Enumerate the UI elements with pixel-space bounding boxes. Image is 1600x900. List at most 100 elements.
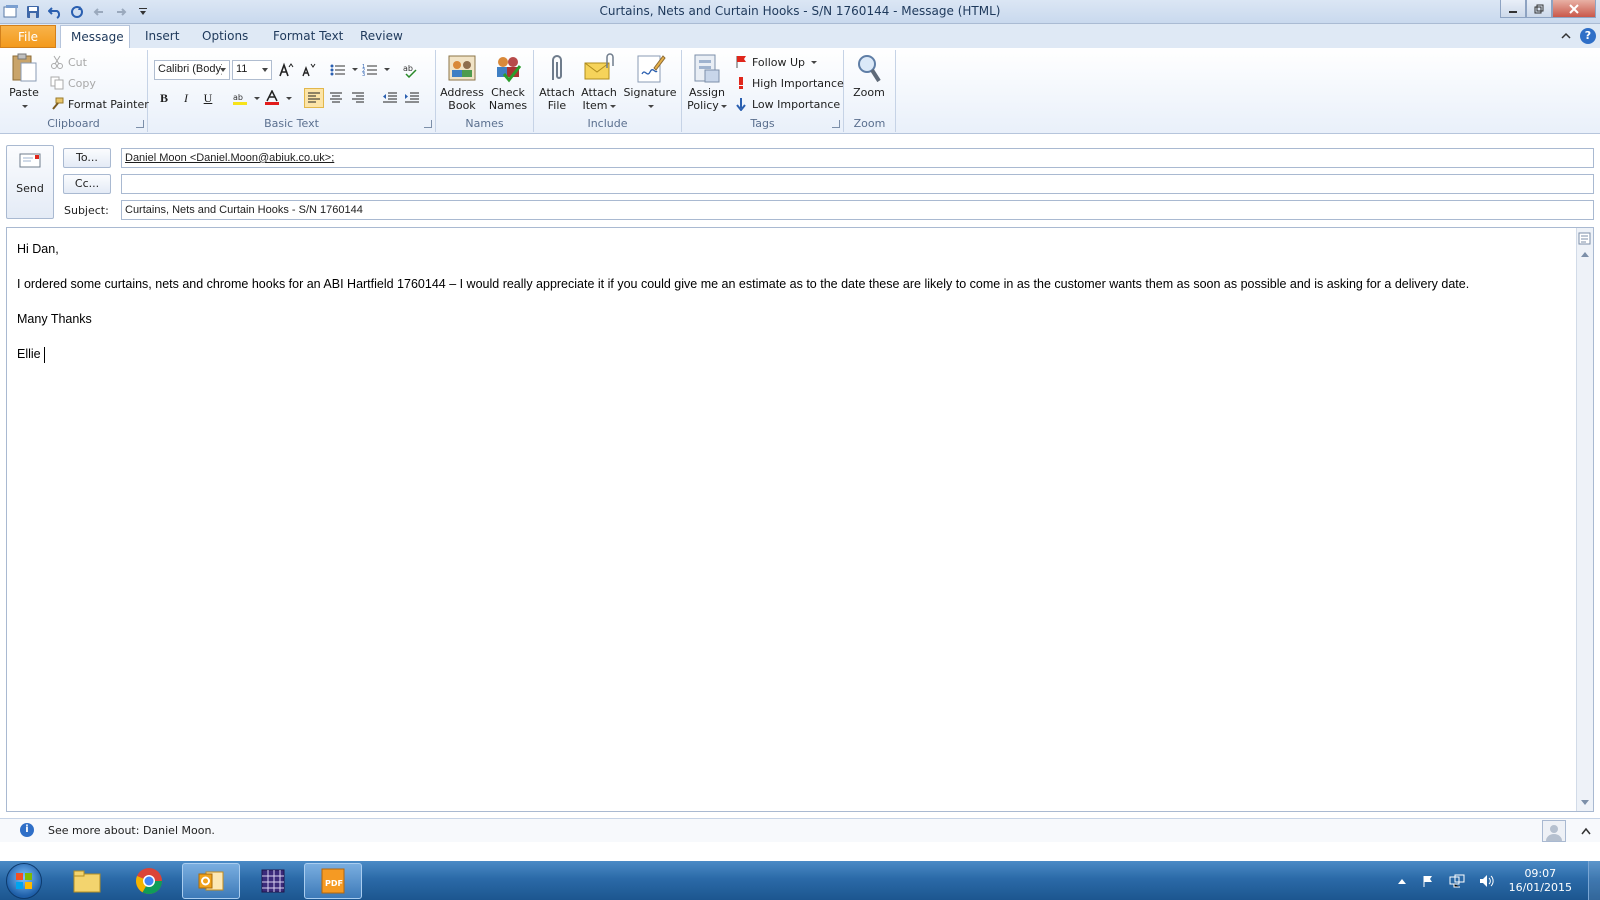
font-name-dropdown-icon[interactable] xyxy=(220,68,226,72)
decrease-indent-icon xyxy=(383,92,397,103)
bold-button[interactable]: B xyxy=(154,88,174,108)
tags-launcher-icon[interactable] xyxy=(832,120,840,128)
signature-label: Signature xyxy=(623,86,677,99)
folder-icon xyxy=(73,870,101,893)
action-center-flag-icon[interactable] xyxy=(1421,874,1435,888)
follow-up-label: Follow Up xyxy=(752,55,806,69)
vertical-scrollbar[interactable] xyxy=(1576,228,1593,811)
check-names-button[interactable]: Check Names xyxy=(486,52,530,112)
underline-button[interactable]: U xyxy=(198,88,218,108)
follow-up-button[interactable]: Follow Up xyxy=(734,52,818,72)
paste-icon xyxy=(12,53,37,82)
assign-policy-button[interactable]: Assign Policy xyxy=(686,52,728,112)
scissors-icon xyxy=(51,55,63,69)
low-importance-button[interactable]: Low Importance xyxy=(734,94,840,114)
send-button[interactable]: Send xyxy=(6,145,54,219)
format-painter-button[interactable]: Format Painter xyxy=(50,94,149,114)
styles-button[interactable]: ab xyxy=(400,60,420,80)
basic-text-launcher-icon[interactable] xyxy=(424,120,432,128)
signature-button[interactable]: Signature xyxy=(622,52,678,112)
align-left-button[interactable] xyxy=(304,88,324,108)
cc-field[interactable] xyxy=(121,174,1594,194)
align-right-button[interactable] xyxy=(348,88,368,108)
tab-insert[interactable]: Insert xyxy=(135,25,189,48)
to-button[interactable]: To... xyxy=(63,148,111,168)
clock-time: 09:07 xyxy=(1524,866,1557,880)
font-name-combo[interactable]: Calibri (Body) xyxy=(154,60,230,80)
attach-item-button[interactable]: Attach Item xyxy=(578,52,620,112)
expand-people-pane-icon[interactable] xyxy=(1580,826,1592,836)
increase-indent-button[interactable] xyxy=(402,88,422,108)
taskbar-chrome[interactable] xyxy=(120,863,178,899)
highlight-button[interactable]: ab xyxy=(230,88,250,108)
to-field[interactable]: Daniel Moon <Daniel.Moon@abiuk.co.uk>; xyxy=(121,148,1594,168)
ribbon: Paste Cut Copy Format Painter Clipboard … xyxy=(0,48,1600,134)
help-icon[interactable]: ? xyxy=(1580,28,1596,44)
font-color-button[interactable] xyxy=(262,88,282,108)
address-book-button[interactable]: Address Book xyxy=(440,52,484,112)
to-recipient[interactable]: Daniel Moon <Daniel.Moon@abiuk.co.uk>; xyxy=(125,152,334,164)
tab-review[interactable]: Review xyxy=(350,25,413,48)
font-size-dropdown-icon[interactable] xyxy=(262,68,268,72)
tab-file[interactable]: File xyxy=(0,25,56,48)
copy-icon xyxy=(50,76,64,90)
shrink-font-button[interactable] xyxy=(298,60,318,80)
cut-button[interactable]: Cut xyxy=(50,52,87,72)
font-name-value: Calibri (Body) xyxy=(158,63,222,75)
bullets-button[interactable] xyxy=(328,60,348,80)
taskbar-onenote[interactable] xyxy=(244,863,302,899)
grow-font-button[interactable] xyxy=(276,60,296,80)
numbering-dropdown-icon[interactable] xyxy=(384,68,390,71)
assign-policy-dropdown-icon[interactable] xyxy=(720,104,727,108)
contact-avatar[interactable] xyxy=(1542,820,1566,842)
font-size-combo[interactable]: 11 xyxy=(232,60,272,80)
show-hidden-icons-icon[interactable] xyxy=(1397,877,1407,885)
ribbon-tabs: File Message Insert Options Format Text … xyxy=(0,24,1600,48)
attach-file-button[interactable]: Attach File xyxy=(538,52,576,112)
attach-item-dropdown-icon[interactable] xyxy=(609,104,616,108)
zoom-button[interactable]: Zoom xyxy=(848,52,890,99)
tab-format-text[interactable]: Format Text xyxy=(263,25,353,48)
decrease-indent-button[interactable] xyxy=(380,88,400,108)
align-center-button[interactable] xyxy=(326,88,346,108)
scroll-down-icon[interactable] xyxy=(1581,800,1589,805)
show-desktop-button[interactable] xyxy=(1588,861,1600,900)
numbering-button[interactable]: 123 xyxy=(360,60,380,80)
taskbar-clock[interactable]: 09:07 16/01/2015 xyxy=(1509,867,1572,895)
tab-options[interactable]: Options xyxy=(192,25,258,48)
message-body[interactable]: Hi Dan, I ordered some curtains, nets an… xyxy=(6,227,1594,812)
start-button[interactable] xyxy=(6,863,42,899)
paste-button[interactable]: Paste xyxy=(6,52,42,112)
paste-dropdown-icon[interactable] xyxy=(22,104,28,108)
bullets-dropdown-icon[interactable] xyxy=(352,68,358,71)
network-icon[interactable] xyxy=(1449,874,1465,888)
scroll-up-icon[interactable] xyxy=(1581,252,1589,257)
minimize-ribbon-icon[interactable] xyxy=(1560,30,1572,42)
font-color-dropdown-icon[interactable] xyxy=(286,97,292,100)
subject-field[interactable]: Curtains, Nets and Curtain Hooks - S/N 1… xyxy=(121,200,1594,220)
clipboard-launcher-icon[interactable] xyxy=(136,120,144,128)
taskbar-explorer[interactable] xyxy=(58,863,116,899)
follow-up-dropdown-icon[interactable] xyxy=(811,60,818,64)
zoom-group-label: Zoom xyxy=(853,117,886,130)
low-importance-icon xyxy=(736,98,746,111)
message-body-text[interactable]: Hi Dan, I ordered some curtains, nets an… xyxy=(17,240,1572,380)
minimize-button[interactable] xyxy=(1500,0,1526,18)
highlight-dropdown-icon[interactable] xyxy=(254,97,260,100)
assign-policy-label-2: Policy xyxy=(687,99,719,112)
people-pane-text[interactable]: See more about: Daniel Moon. xyxy=(48,824,215,837)
high-importance-button[interactable]: High Importance xyxy=(734,73,844,93)
cc-button[interactable]: Cc... xyxy=(63,174,111,194)
font-size-value: 11 xyxy=(236,63,248,75)
restore-button[interactable] xyxy=(1526,0,1552,18)
signature-dropdown-icon[interactable] xyxy=(648,104,654,108)
svg-text:3: 3 xyxy=(362,72,365,77)
copy-button[interactable]: Copy xyxy=(50,73,96,93)
taskbar-pdf[interactable]: PDF xyxy=(304,863,362,899)
volume-icon[interactable] xyxy=(1479,874,1495,888)
tab-message[interactable]: Message xyxy=(60,25,130,48)
close-button[interactable] xyxy=(1552,0,1596,18)
italic-button[interactable]: I xyxy=(176,88,196,108)
ruler-toggle-icon[interactable] xyxy=(1578,232,1592,246)
taskbar-outlook[interactable] xyxy=(182,863,240,899)
